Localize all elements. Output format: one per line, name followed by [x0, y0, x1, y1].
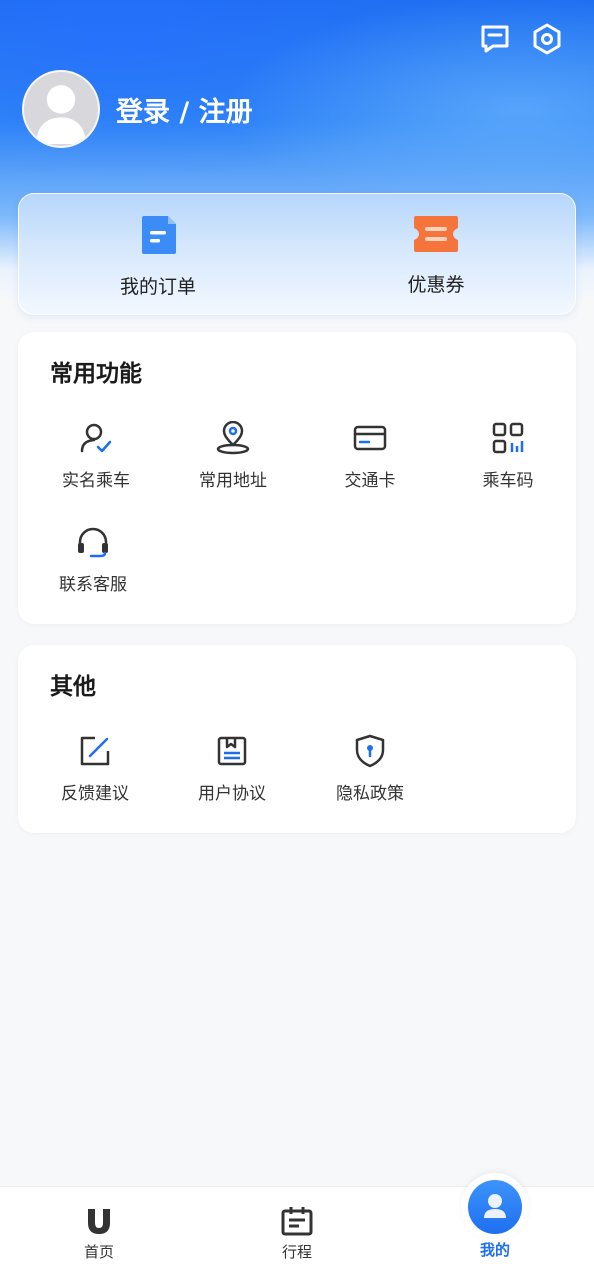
- card-icon: [352, 420, 388, 456]
- coupons-label: 优惠券: [407, 274, 465, 296]
- profile-icon: [480, 1190, 510, 1224]
- my-orders-button[interactable]: 我的订单: [19, 194, 297, 314]
- grid-item-customer-service[interactable]: 联系客服: [33, 524, 153, 595]
- others-card: 其他 反馈建议 用户协议 隐私政策: [18, 645, 576, 833]
- bottom-tab-bar: 首页 行程 我的: [0, 1173, 594, 1280]
- user-login-row[interactable]: 登录 / 注册: [22, 70, 253, 148]
- location-icon: [215, 420, 251, 456]
- tab-trip[interactable]: 行程: [237, 1187, 357, 1280]
- tab-label: 行程: [281, 1243, 312, 1261]
- trip-icon: [281, 1205, 313, 1237]
- tab-label: 首页: [83, 1243, 114, 1261]
- grid-label: 隐私政策: [336, 784, 404, 804]
- message-icon[interactable]: [478, 22, 512, 56]
- avatar[interactable]: [22, 70, 100, 148]
- tab-mine[interactable]: 我的: [435, 1173, 555, 1280]
- headset-icon: [75, 524, 111, 560]
- settings-icon[interactable]: [530, 22, 564, 56]
- common-functions-title: 常用功能: [50, 361, 142, 387]
- grid-item-real-name[interactable]: 实名乘车: [36, 420, 156, 491]
- my-orders-label: 我的订单: [119, 276, 196, 298]
- coupons-button[interactable]: 优惠券: [297, 194, 575, 314]
- others-title: 其他: [50, 674, 96, 700]
- grid-item-transit-card[interactable]: 交通卡: [310, 420, 430, 491]
- grid-item-common-address[interactable]: 常用地址: [173, 420, 293, 491]
- agreement-icon: [214, 733, 250, 769]
- grid-label: 乘车码: [482, 471, 534, 491]
- grid-label: 实名乘车: [62, 471, 130, 491]
- active-tab-bubble: [461, 1173, 529, 1241]
- tab-label: 我的: [479, 1241, 510, 1259]
- home-icon: [83, 1205, 115, 1237]
- privacy-shield-icon: [352, 733, 388, 769]
- coupon-icon: [412, 214, 460, 258]
- quick-actions-card: 我的订单 优惠券: [18, 193, 576, 315]
- feedback-icon: [77, 733, 113, 769]
- grid-item-user-agreement[interactable]: 用户协议: [172, 733, 292, 804]
- common-functions-card: 常用功能 实名乘车 常用地址 交通卡 乘车码 联系客服: [18, 332, 576, 624]
- grid-label: 常用地址: [199, 471, 267, 491]
- real-name-icon: [78, 420, 114, 456]
- grid-label: 交通卡: [344, 471, 396, 491]
- tab-home[interactable]: 首页: [39, 1187, 159, 1280]
- grid-item-ride-code[interactable]: 乘车码: [448, 420, 568, 491]
- grid-item-feedback[interactable]: 反馈建议: [35, 733, 155, 804]
- login-register-link[interactable]: 登录 / 注册: [116, 90, 253, 129]
- qr-code-icon: [490, 420, 526, 456]
- grid-label: 反馈建议: [61, 784, 129, 804]
- grid-label: 联系客服: [59, 575, 127, 595]
- order-icon: [138, 214, 178, 260]
- grid-label: 用户协议: [198, 784, 266, 804]
- header-actions: [478, 22, 564, 56]
- grid-item-privacy-policy[interactable]: 隐私政策: [310, 733, 430, 804]
